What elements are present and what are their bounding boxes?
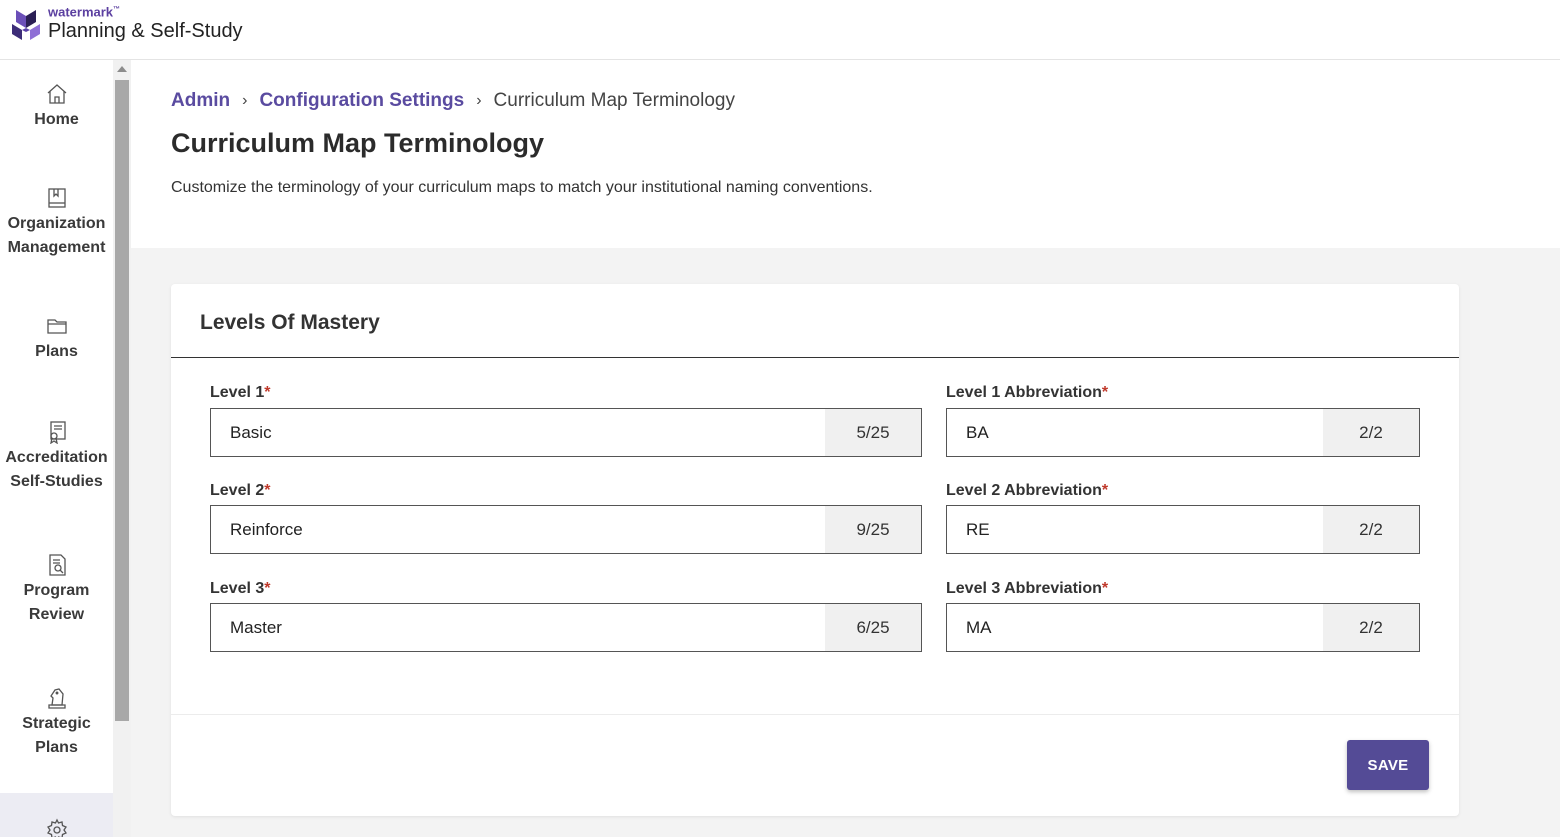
gear-icon: [46, 818, 67, 837]
card-divider: [171, 357, 1459, 358]
top-bar: watermark™ Planning & Self-Study: [0, 0, 1560, 60]
sidebar-item-program-review[interactable]: Program Review: [0, 553, 113, 627]
app-logo[interactable]: watermark™ Planning & Self-Study: [10, 3, 243, 43]
sidebar-item-label-line1: Organization: [7, 215, 106, 232]
sidebar-item-label-line1: Accreditation: [5, 449, 108, 466]
sidebar-item-settings[interactable]: [0, 793, 113, 837]
brand-name: watermark™: [48, 4, 121, 20]
level-3-abbreviation-input[interactable]: [947, 604, 1323, 651]
sidebar-item-accreditation-self-studies[interactable]: Accreditation Self-Studies: [0, 420, 113, 494]
level-1-abbreviation-field[interactable]: 2/2: [946, 408, 1420, 457]
sidebar-item-label: Plans: [35, 343, 78, 360]
page-description: Customize the terminology of your curric…: [171, 179, 873, 196]
certificate-icon: [49, 421, 66, 444]
levels-of-mastery-card: Levels Of Mastery Level 1* 5/25 Level 1 …: [171, 284, 1459, 816]
level-2-label: Level 2*: [210, 482, 271, 499]
folder-icon: [46, 319, 67, 334]
watermark-logo-icon: [12, 10, 40, 40]
page-header: Admin › Configuration Settings › Curricu…: [131, 60, 1560, 248]
level-2-input[interactable]: [211, 506, 825, 553]
level-2-abbreviation-input[interactable]: [947, 506, 1323, 553]
save-button[interactable]: SAVE: [1347, 740, 1429, 790]
level-1-abbreviation-label: Level 1 Abbreviation*: [946, 384, 1109, 401]
sidebar-item-label-line1: Strategic: [22, 715, 91, 732]
sidebar-item-label-line2: Review: [28, 606, 85, 623]
level-1-input[interactable]: [211, 409, 825, 456]
level-1-abbreviation-char-counter: 2/2: [1323, 409, 1419, 456]
level-1-abbreviation-input[interactable]: [947, 409, 1323, 456]
level-2-field[interactable]: 9/25: [210, 505, 922, 554]
level-1-label: Level 1*: [210, 384, 271, 401]
card-title: Levels Of Mastery: [200, 311, 380, 334]
card-footer-divider: [171, 714, 1459, 715]
sidebar-item-home[interactable]: Home: [0, 82, 113, 132]
sidebar-scrollbar[interactable]: [113, 60, 131, 837]
level-3-abbreviation-label: Level 3 Abbreviation*: [946, 580, 1109, 597]
level-3-field[interactable]: 6/25: [210, 603, 922, 652]
level-3-abbreviation-field[interactable]: 2/2: [946, 603, 1420, 652]
scrollbar-thumb[interactable]: [115, 80, 129, 721]
level-1-field[interactable]: 5/25: [210, 408, 922, 457]
chess-knight-icon: [47, 688, 66, 709]
page-title: Curriculum Map Terminology: [171, 128, 545, 158]
level-2-abbreviation-field[interactable]: 2/2: [946, 505, 1420, 554]
breadcrumb-admin-link[interactable]: Admin: [171, 90, 230, 112]
home-icon: [47, 84, 66, 104]
sidebar-item-label-line2: Self-Studies: [10, 473, 103, 490]
level-3-label: Level 3*: [210, 580, 271, 597]
breadcrumb-separator: ›: [242, 92, 248, 109]
book-icon: [47, 188, 66, 208]
sidebar-item-label-line2: Plans: [35, 739, 78, 756]
level-2-abbreviation-label: Level 2 Abbreviation*: [946, 482, 1109, 499]
sidebar-item-organization-management[interactable]: Organization Management: [0, 186, 113, 260]
breadcrumb: Admin › Configuration Settings › Curricu…: [171, 90, 735, 112]
document-search-icon: [48, 554, 66, 576]
breadcrumb-current: Curriculum Map Terminology: [493, 90, 735, 111]
level-3-input[interactable]: [211, 604, 825, 651]
level-3-abbreviation-char-counter: 2/2: [1323, 604, 1419, 651]
level-1-char-counter: 5/25: [825, 409, 921, 456]
sidebar: Home Organization Management Plans Accre…: [0, 60, 113, 837]
product-name: Planning & Self-Study: [48, 20, 243, 43]
breadcrumb-separator: ›: [476, 92, 482, 109]
sidebar-item-label-line1: Program: [23, 582, 90, 599]
sidebar-item-label: Home: [34, 111, 79, 128]
sidebar-item-plans[interactable]: Plans: [0, 314, 113, 364]
sidebar-item-strategic-plans[interactable]: Strategic Plans: [0, 686, 113, 760]
level-3-char-counter: 6/25: [825, 604, 921, 651]
breadcrumb-configuration-settings-link[interactable]: Configuration Settings: [259, 90, 464, 112]
sidebar-item-label-line2: Management: [7, 239, 106, 256]
level-2-char-counter: 9/25: [825, 506, 921, 553]
level-2-abbreviation-char-counter: 2/2: [1323, 506, 1419, 553]
scroll-up-arrow-icon[interactable]: [117, 66, 127, 72]
